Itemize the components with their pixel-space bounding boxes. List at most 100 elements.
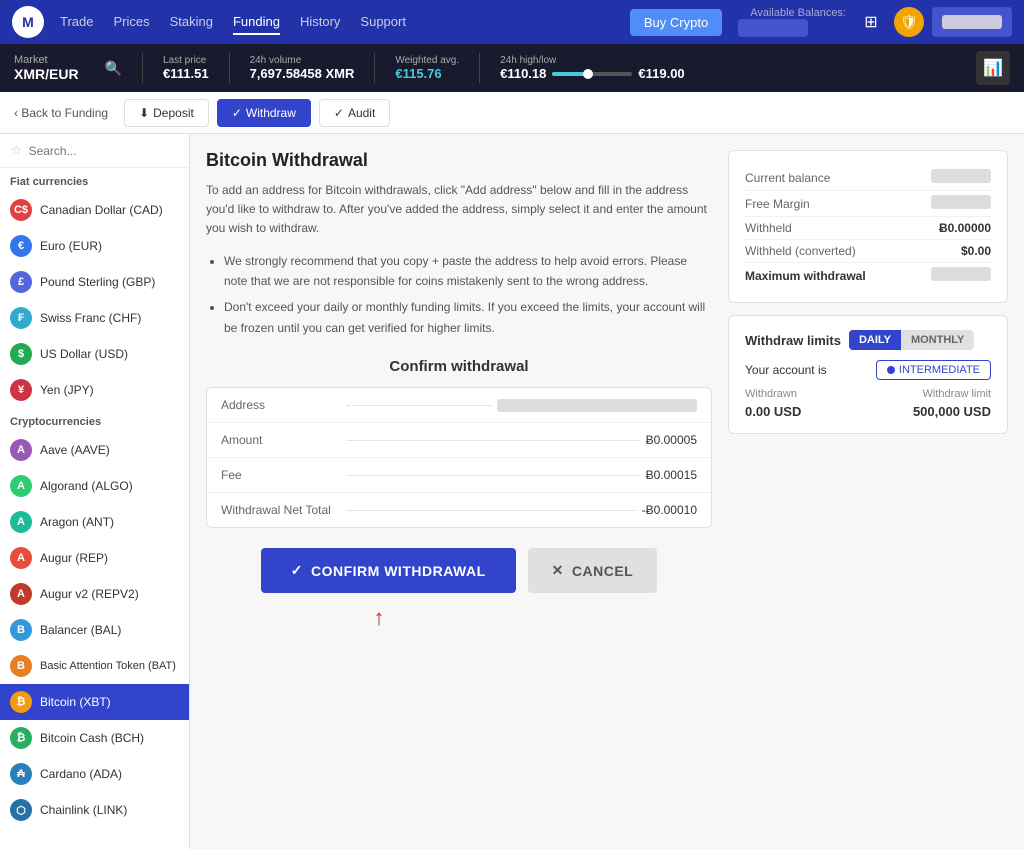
currency-algo[interactable]: A Algorand (ALGO) [0, 468, 189, 504]
currency-bat[interactable]: B Basic Attention Token (BAT) [0, 648, 189, 684]
current-balance-blurred [931, 169, 991, 183]
cancel-x-icon: ✕ [552, 562, 564, 579]
link-icon: ⬡ [10, 799, 32, 821]
aave-icon: A [10, 439, 32, 461]
net-label: Withdrawal Net Total [221, 503, 341, 517]
buy-crypto-button[interactable]: Buy Crypto [630, 9, 722, 36]
search-input[interactable] [29, 144, 184, 158]
market-label: Market [14, 54, 79, 66]
withdrawal-sidebar: Current balance Free Margin Withheld Ƀ [728, 150, 1008, 593]
user-button[interactable] [932, 7, 1012, 37]
audit-button[interactable]: ✓ Audit [319, 99, 390, 127]
currency-sidebar: ☆ 🔍 Fiat currencies C$ Canadian Dollar (… [0, 134, 190, 849]
amount-label: Amount [221, 433, 341, 447]
confirm-section: Confirm withdrawal Address Amount [206, 358, 712, 593]
amount-row: Amount Ƀ0.00005 [207, 423, 711, 458]
cad-icon: C$ [10, 199, 32, 221]
withdrawal-layout: Bitcoin Withdrawal To add an address for… [206, 150, 1008, 593]
limits-header: Withdraw limits DAILY MONTHLY [745, 330, 991, 350]
dotted-line-1 [347, 405, 491, 406]
fee-value: Ƀ0.00015 [646, 468, 697, 482]
limits-values: 0.00 USD 500,000 USD [745, 404, 991, 419]
net-value: -Ƀ0.00010 [642, 503, 697, 517]
star-icon[interactable]: ☆ [10, 142, 23, 159]
nav-staking[interactable]: Staking [170, 10, 213, 35]
currency-eur[interactable]: € Euro (EUR) [0, 228, 189, 264]
shield-icon[interactable]: 🛡 [894, 7, 924, 37]
currency-chf[interactable]: ₣ Swiss Franc (CHF) [0, 300, 189, 336]
free-margin-value [931, 195, 991, 212]
withdrawal-title: Bitcoin Withdrawal [206, 150, 712, 171]
account-label: Your account is [745, 363, 827, 377]
highlow-group: 24h high/low €110.18 €119.00 [500, 55, 685, 81]
currency-aave[interactable]: A Aave (AAVE) [0, 432, 189, 468]
sub-navigation: ‹ Back to Funding ⬇ Deposit ✓ Withdraw ✓… [0, 92, 1024, 134]
ant-icon: A [10, 511, 32, 533]
fee-label: Fee [221, 468, 341, 482]
free-margin-row: Free Margin [745, 191, 991, 217]
crypto-section-title: Cryptocurrencies [0, 408, 189, 432]
cancel-button[interactable]: ✕ CANCEL [528, 548, 658, 593]
withheld-converted-value: $0.00 [961, 244, 991, 258]
low-value: €119.00 [638, 66, 684, 81]
ada-icon: ₳ [10, 763, 32, 785]
last-price-value: €111.51 [163, 66, 209, 81]
divider-4 [479, 53, 480, 83]
available-balances-label: Available Balances: [750, 7, 846, 19]
withdraw-button[interactable]: ✓ Withdraw [217, 99, 311, 127]
currency-repv2[interactable]: A Augur v2 (REPV2) [0, 576, 189, 612]
currency-ada[interactable]: ₳ Cardano (ADA) [0, 756, 189, 792]
net-total-row: Withdrawal Net Total -Ƀ0.00010 [207, 493, 711, 527]
currency-rep[interactable]: A Augur (REP) [0, 540, 189, 576]
daily-tab[interactable]: DAILY [849, 330, 901, 350]
nav-history[interactable]: History [300, 10, 340, 35]
top-icon-group: ⊞ 🛡 [856, 7, 1012, 37]
available-balances-section: Available Balances: [734, 7, 846, 37]
logo[interactable]: M [12, 6, 44, 38]
currency-jpy[interactable]: ¥ Yen (JPY) [0, 372, 189, 408]
deposit-icon: ⬇ [139, 106, 149, 120]
withdraw-icon: ✓ [232, 106, 242, 120]
chart-icon[interactable]: 📊 [976, 51, 1010, 85]
wavg-group: Weighted avg. €115.76 [395, 55, 459, 81]
currency-bch[interactable]: ₿ Bitcoin Cash (BCH) [0, 720, 189, 756]
currency-ant[interactable]: A Aragon (ANT) [0, 504, 189, 540]
wavg-label: Weighted avg. [395, 55, 459, 66]
withdrawal-main: Bitcoin Withdrawal To add an address for… [206, 150, 712, 593]
monthly-tab[interactable]: MONTHLY [901, 330, 974, 350]
bat-icon: B [10, 655, 32, 677]
deposit-button[interactable]: ⬇ Deposit [124, 99, 209, 127]
currency-xbt[interactable]: ₿ Bitcoin (XBT) [0, 684, 189, 720]
nav-prices[interactable]: Prices [113, 10, 149, 35]
limits-tab-group: DAILY MONTHLY [849, 330, 974, 350]
highlow-label: 24h high/low [500, 55, 685, 66]
grid-icon[interactable]: ⊞ [856, 7, 886, 37]
withdrawn-col-label: Withdrawn [745, 388, 797, 400]
confirm-withdrawal-button[interactable]: ✓ CONFIRM WITHDRAWAL [261, 548, 516, 593]
back-to-funding-link[interactable]: ‹ Back to Funding [14, 106, 108, 120]
arrow-indicator: ↑ [374, 607, 385, 629]
deposit-label: Deposit [153, 106, 194, 120]
currency-usd[interactable]: $ US Dollar (USD) [0, 336, 189, 372]
bch-icon: ₿ [10, 727, 32, 749]
max-withdrawal-row: Maximum withdrawal [745, 263, 991, 288]
currency-cad[interactable]: C$ Canadian Dollar (CAD) [0, 192, 189, 228]
currency-bal[interactable]: B Balancer (BAL) [0, 612, 189, 648]
currency-link[interactable]: ⬡ Chainlink (LINK) [0, 792, 189, 828]
market-search-icon[interactable]: 🔍 [105, 60, 122, 77]
fee-row: Fee Ƀ0.00015 [207, 458, 711, 493]
withdrawal-description: To add an address for Bitcoin withdrawal… [206, 181, 712, 239]
repv2-icon: A [10, 583, 32, 605]
nav-funding[interactable]: Funding [233, 10, 280, 35]
slider-thumb [583, 69, 593, 79]
bat-label: Basic Attention Token (BAT) [40, 660, 176, 672]
nav-support[interactable]: Support [360, 10, 406, 35]
currency-gbp[interactable]: £ Pound Sterling (GBP) [0, 264, 189, 300]
dotted-line-3 [347, 475, 640, 476]
address-row: Address [207, 388, 711, 423]
market-pair: XMR/EUR [14, 66, 79, 82]
bal-label: Balancer (BAL) [40, 623, 121, 637]
content-area: Bitcoin Withdrawal To add an address for… [190, 134, 1024, 849]
last-price-label: Last price [163, 55, 209, 66]
nav-trade[interactable]: Trade [60, 10, 93, 35]
